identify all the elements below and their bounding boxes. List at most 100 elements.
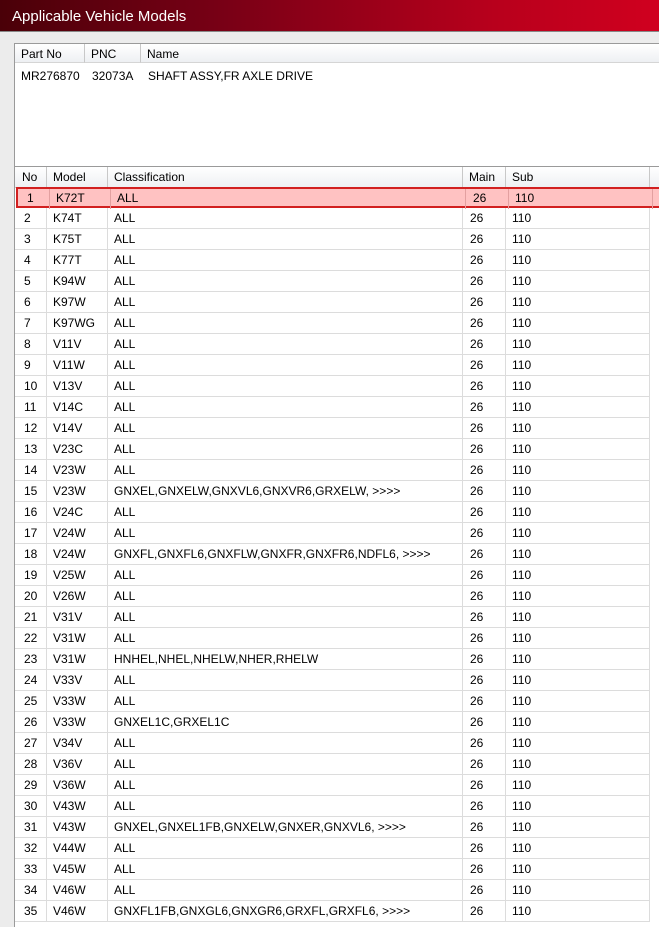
table-row[interactable]: 5 K94W ALL 26 110	[15, 271, 650, 292]
sub-cell: 110	[506, 229, 650, 249]
main-cell: 26	[463, 775, 506, 795]
sub-column-header[interactable]: Sub	[506, 167, 650, 187]
table-row[interactable]: 32 V44W ALL 26 110	[15, 838, 650, 859]
pnc-header[interactable]: PNC	[85, 44, 141, 63]
table-row[interactable]: 34 V46W ALL 26 110	[15, 880, 650, 901]
table-row[interactable]: 11 V14C ALL 26 110	[15, 397, 650, 418]
classification-cell: ALL	[108, 733, 463, 753]
title-bar[interactable]: Applicable Vehicle Models	[0, 0, 659, 32]
no-cell: 34	[15, 880, 47, 900]
table-row[interactable]: 18 V24W GNXFL,GNXFL6,GNXFLW,GNXFR,GNXFR6,N…	[15, 544, 650, 565]
table-row[interactable]: 30 V43W ALL 26 110	[15, 796, 650, 817]
grid-header: No Model Classification Main Sub	[15, 167, 659, 188]
name-header[interactable]: Name	[141, 44, 659, 63]
main-cell: 26	[463, 733, 506, 753]
model-cell: K94W	[47, 271, 108, 291]
no-cell: 27	[15, 733, 47, 753]
table-row[interactable]: 28 V36V ALL 26 110	[15, 754, 650, 775]
classification-cell: GNXEL1C,GRXEL1C	[108, 712, 463, 732]
sub-cell: 110	[506, 838, 650, 858]
table-row[interactable]: 15 V23W GNXEL,GNXELW,GNXVL6,GNXVR6,GRXELW,…	[15, 481, 650, 502]
model-cell: V26W	[47, 586, 108, 606]
table-row[interactable]: 27 V34V ALL 26 110	[15, 733, 650, 754]
sub-cell: 110	[506, 271, 650, 291]
table-row[interactable]: 4 K77T ALL 26 110	[15, 250, 650, 271]
table-row[interactable]: 35 V46W GNXFL1FB,GNXGL6,GNXGR6,GRXFL,GRXFL…	[15, 901, 650, 922]
table-row[interactable]: 7 K97WG ALL 26 110	[15, 313, 650, 334]
table-row[interactable]: 25 V33W ALL 26 110	[15, 691, 650, 712]
no-column-header[interactable]: No	[15, 167, 47, 187]
main-cell: 26	[463, 418, 506, 438]
classification-cell: HNHEL,NHEL,NHELW,NHER,RHELW	[108, 649, 463, 669]
part-name-value[interactable]: SHAFT ASSY,FR AXLE DRIVE	[148, 69, 313, 83]
table-row[interactable]: 8 V11V ALL 26 110	[15, 334, 650, 355]
table-row[interactable]: 20 V26W ALL 26 110	[15, 586, 650, 607]
pnc-value[interactable]: 32073A	[92, 69, 133, 83]
no-cell: 30	[15, 796, 47, 816]
no-cell: 1	[18, 189, 50, 209]
no-cell: 12	[15, 418, 47, 438]
part-no-value[interactable]: MR276870	[21, 69, 80, 83]
model-cell: V31V	[47, 607, 108, 627]
no-cell: 18	[15, 544, 47, 564]
model-cell: V14V	[47, 418, 108, 438]
table-row[interactable]: 19 V25W ALL 26 110	[15, 565, 650, 586]
table-row[interactable]: 9 V11W ALL 26 110	[15, 355, 650, 376]
table-row[interactable]: 16 V24C ALL 26 110	[15, 502, 650, 523]
no-cell: 2	[15, 208, 47, 228]
main-cell: 26	[463, 817, 506, 837]
classification-cell: ALL	[108, 607, 463, 627]
table-row[interactable]: 6 K97W ALL 26 110	[15, 292, 650, 313]
table-row[interactable]: 2 K74T ALL 26 110	[15, 208, 650, 229]
part-no-header[interactable]: Part No	[15, 44, 85, 63]
table-row[interactable]: 22 V31W ALL 26 110	[15, 628, 650, 649]
classification-column-header[interactable]: Classification	[108, 167, 463, 187]
sub-cell: 110	[506, 628, 650, 648]
main-column-header[interactable]: Main	[463, 167, 506, 187]
sub-cell: 110	[506, 292, 650, 312]
sub-cell: 110	[506, 712, 650, 732]
table-row[interactable]: 14 V23W ALL 26 110	[15, 460, 650, 481]
classification-cell: ALL	[108, 460, 463, 480]
model-cell: V36W	[47, 775, 108, 795]
classification-cell: ALL	[108, 502, 463, 522]
model-cell: V23W	[47, 460, 108, 480]
table-row[interactable]: 24 V33V ALL 26 110	[15, 670, 650, 691]
main-cell: 26	[463, 859, 506, 879]
no-cell: 33	[15, 859, 47, 879]
no-cell: 14	[15, 460, 47, 480]
table-row[interactable]: 29 V36W ALL 26 110	[15, 775, 650, 796]
classification-cell: GNXFL1FB,GNXGL6,GNXGR6,GRXFL,GRXFL6, >>>…	[108, 901, 463, 921]
model-cell: V33W	[47, 712, 108, 732]
table-row[interactable]: 13 V23C ALL 26 110	[15, 439, 650, 460]
main-cell: 26	[463, 313, 506, 333]
table-row[interactable]: 31 V43W GNXEL,GNXEL1FB,GNXELW,GNXER,GNXVL6…	[15, 817, 650, 838]
no-cell: 22	[15, 628, 47, 648]
table-row[interactable]: 17 V24W ALL 26 110	[15, 523, 650, 544]
no-cell: 21	[15, 607, 47, 627]
main-cell: 26	[463, 670, 506, 690]
table-row[interactable]: 33 V45W ALL 26 110	[15, 859, 650, 880]
model-cell: V23W	[47, 481, 108, 501]
model-cell: V43W	[47, 817, 108, 837]
table-row[interactable]: 12 V14V ALL 26 110	[15, 418, 650, 439]
sub-cell: 110	[506, 544, 650, 564]
table-row[interactable]: 1 K72T ALL 26 110	[16, 187, 659, 209]
sub-cell: 110	[506, 481, 650, 501]
classification-cell: GNXFL,GNXFL6,GNXFLW,GNXFR,GNXFR6,NDFL6, …	[108, 544, 463, 564]
no-cell: 15	[15, 481, 47, 501]
part-info-panel: Part No PNC Name MR276870 32073A SHAFT A…	[14, 43, 659, 171]
table-row[interactable]: 3 K75T ALL 26 110	[15, 229, 650, 250]
no-cell: 26	[15, 712, 47, 732]
table-row[interactable]: 10 V13V ALL 26 110	[15, 376, 650, 397]
classification-cell: ALL	[108, 292, 463, 312]
table-row[interactable]: 26 V33W GNXEL1C,GRXEL1C 26 110	[15, 712, 650, 733]
table-row[interactable]: 21 V31V ALL 26 110	[15, 607, 650, 628]
table-row[interactable]: 23 V31W HNHEL,NHEL,NHELW,NHER,RHELW 26 110	[15, 649, 650, 670]
main-cell: 26	[463, 355, 506, 375]
main-cell: 26	[463, 544, 506, 564]
model-column-header[interactable]: Model	[47, 167, 108, 187]
classification-cell: ALL	[108, 670, 463, 690]
no-cell: 19	[15, 565, 47, 585]
sub-cell: 110	[506, 376, 650, 396]
